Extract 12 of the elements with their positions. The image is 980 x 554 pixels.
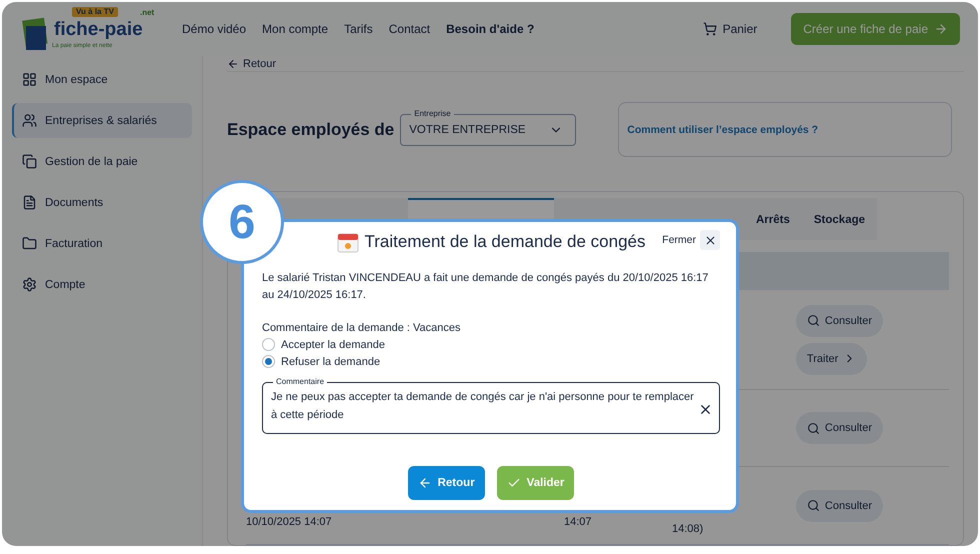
- field-label: Entreprise: [411, 108, 454, 118]
- field-label: Commentaire: [273, 377, 328, 387]
- table-cell-text: 10/10/2025 14:07: [246, 516, 333, 528]
- page-title: Espace employés de: [227, 120, 394, 140]
- tv-badge: Vu à la TV: [72, 7, 118, 17]
- table-cell-text: 14:07: [564, 516, 593, 528]
- table-cell-text: 14:08): [672, 522, 704, 534]
- request-message: Le salarié Tristan VINCENDEAU a fait une demande de congés payés du 20/10/2025 16:17 au 24/10/2025 16:17.: [262, 271, 710, 303]
- logo-text: fiche-paie: [54, 20, 143, 39]
- logo-suffix: .net: [140, 8, 154, 17]
- request-comment: Commentaire de la demande : Vacances: [262, 322, 462, 334]
- dialog-title: Traitement de la demande de congés: [364, 232, 646, 252]
